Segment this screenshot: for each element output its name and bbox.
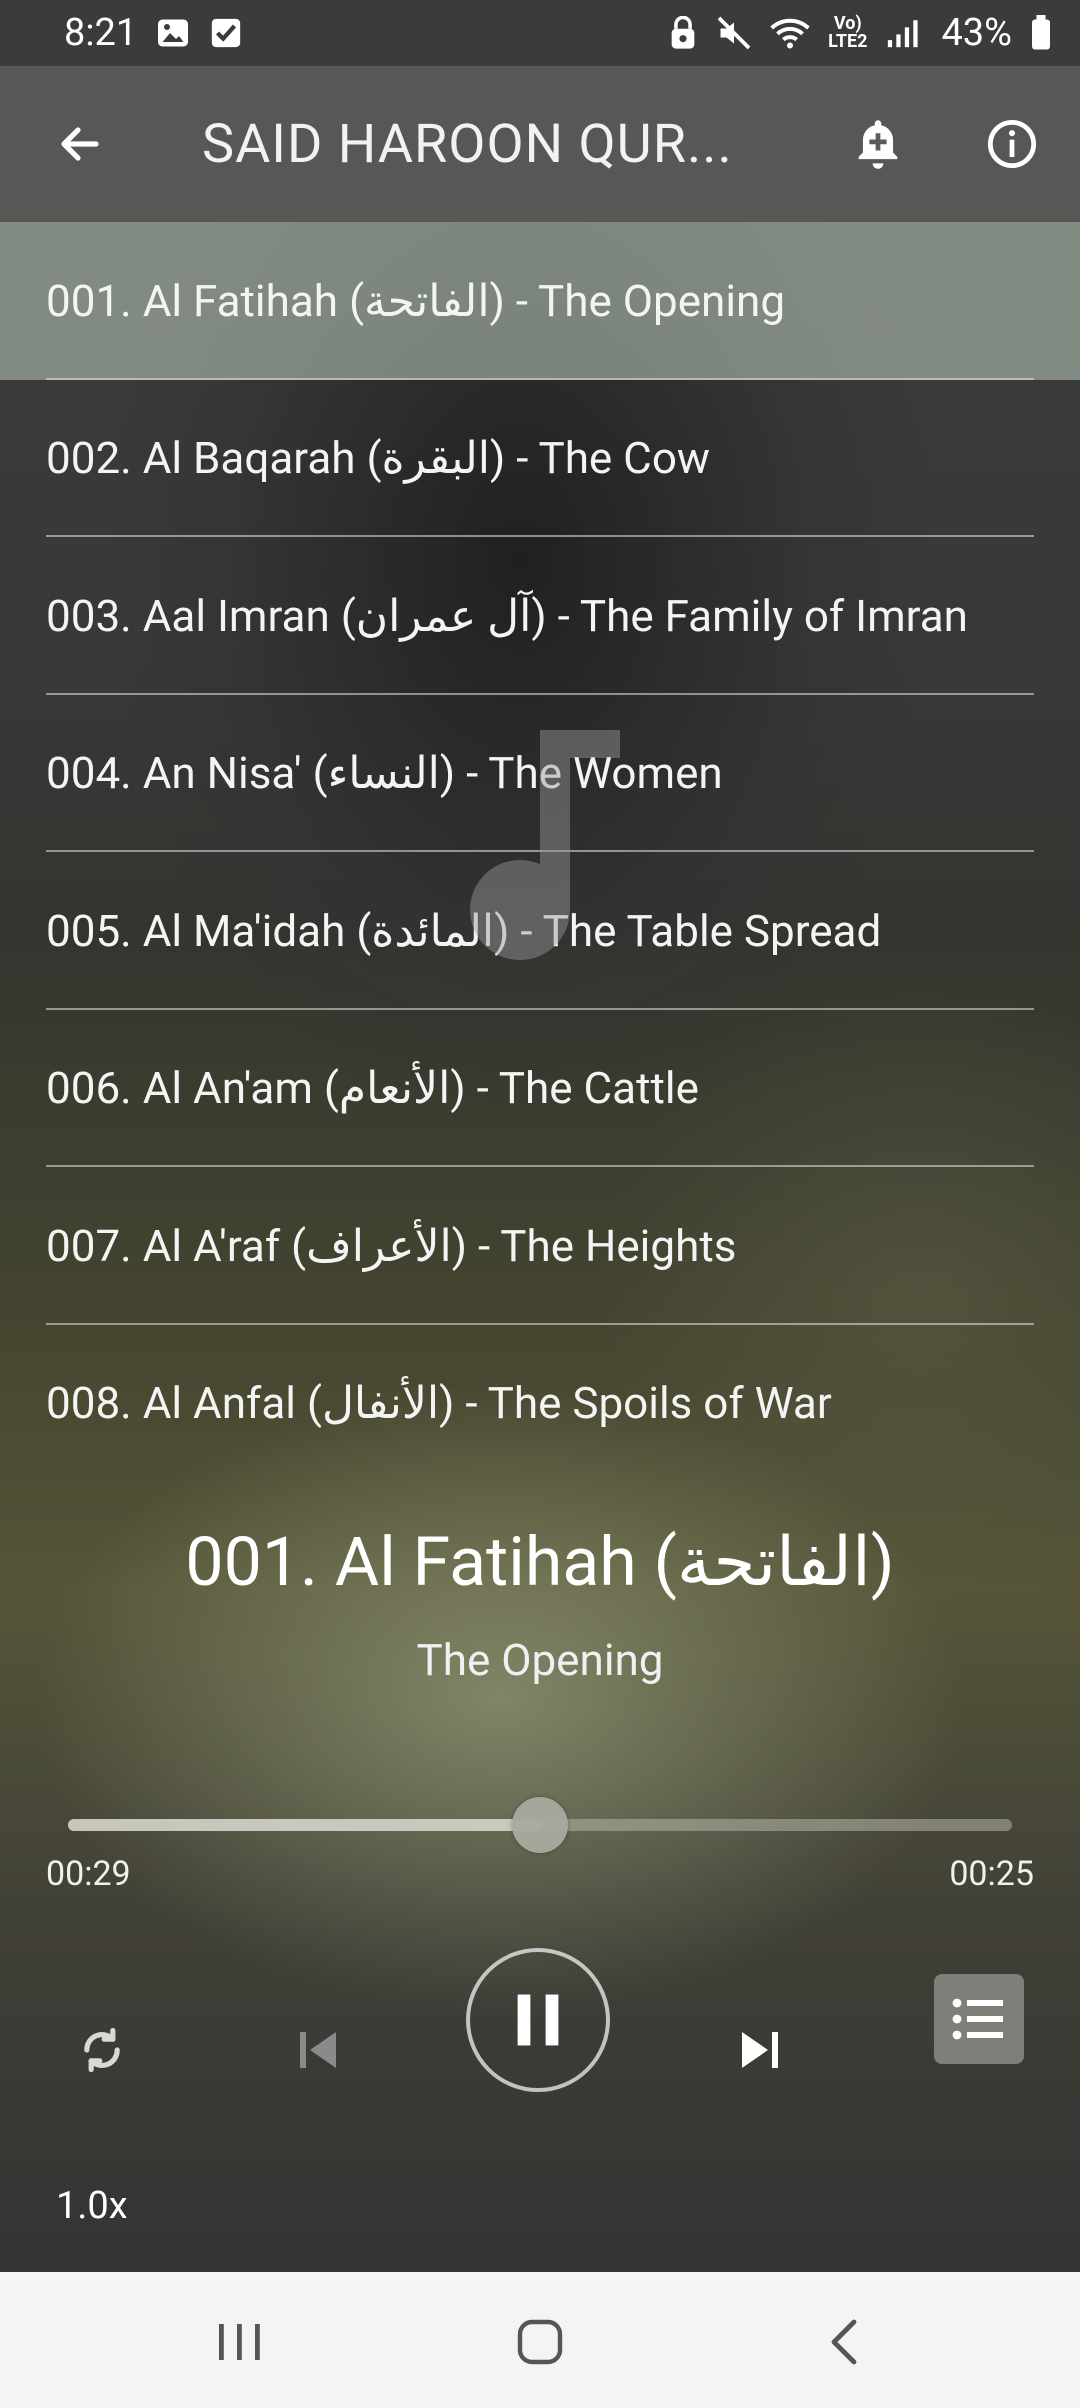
clock: 8:21 [64, 11, 138, 55]
pause-icon [517, 1994, 559, 2046]
track-label: 006. Al An'am (الأنعام) - The Cattle [46, 1062, 699, 1115]
list-item[interactable]: 008. Al Anfal (الأنفال) - The Spoils of … [0, 1325, 1080, 1483]
recents-button[interactable] [200, 2302, 280, 2382]
remaining-time: 00:25 [949, 1854, 1034, 1894]
status-bar: 8:21 Vo) LTE2 43% [0, 0, 1080, 66]
previous-button[interactable] [278, 2010, 358, 2090]
page-title: SAID HAROON QUR... [202, 112, 733, 176]
add-alarm-button[interactable] [838, 104, 918, 184]
track-label: 003. Aal Imran (آل عمران) - The Family o… [46, 589, 968, 642]
seek-bar[interactable] [68, 1797, 1012, 1853]
list-item[interactable]: 001. Al Fatihah (الفاتحة) - The Opening [0, 222, 1080, 380]
chevron-left-icon [831, 2319, 857, 2365]
list-item[interactable]: 006. Al An'am (الأنعام) - The Cattle [0, 1010, 1080, 1167]
battery-percent: 43% [941, 11, 1012, 55]
image-icon [155, 15, 191, 51]
app-bar: SAID HAROON QUR... [0, 66, 1080, 222]
back-arrow-icon [61, 127, 99, 161]
playback-speed[interactable]: 1.0x [56, 2184, 128, 2228]
music-note-icon [470, 730, 620, 960]
add-alarm-icon [858, 120, 898, 169]
track-label: 001. Al Fatihah (الفاتحة) - The Opening [46, 274, 786, 327]
battery-icon [1030, 15, 1052, 51]
mute-icon [716, 15, 752, 51]
elapsed-time: 00:29 [46, 1854, 131, 1894]
system-back-button[interactable] [804, 2302, 884, 2382]
track-label: 007. Al A'raf (الأعراف) - The Heights [46, 1219, 737, 1272]
now-playing-subtitle: The Opening [416, 1634, 664, 1686]
list-item[interactable]: 002. Al Baqarah (البقرة) - The Cow [0, 380, 1080, 537]
skip-previous-icon [300, 2032, 336, 2068]
wifi-icon [770, 16, 810, 50]
seek-thumb[interactable] [512, 1797, 568, 1853]
list-item[interactable]: 007. Al A'raf (الأعراف) - The Heights [0, 1167, 1080, 1325]
now-playing-title: 001. Al Fatihah (الفاتحة) [185, 1522, 895, 1602]
system-nav-bar [0, 2272, 1080, 2408]
back-button[interactable] [40, 104, 120, 184]
list-item[interactable]: 003. Aal Imran (آل عمران) - The Family o… [0, 537, 1080, 695]
repeat-button[interactable] [62, 2010, 142, 2090]
track-label: 002. Al Baqarah (البقرة) - The Cow [46, 432, 710, 485]
player-panel: 001. Al Fatihah (الفاتحة) The Opening 00… [0, 1462, 1080, 2272]
playlist-button[interactable] [934, 1974, 1024, 2064]
signal-icon [885, 17, 919, 49]
recents-icon [219, 2324, 260, 2360]
home-icon [517, 2319, 563, 2365]
next-button[interactable] [720, 2010, 800, 2090]
check-box-icon [209, 16, 243, 50]
lock-icon [668, 16, 698, 50]
home-button[interactable] [500, 2302, 580, 2382]
list-icon [952, 1998, 1003, 2040]
track-label: 008. Al Anfal (الأنفال) - The Spoils of … [46, 1377, 832, 1430]
info-button[interactable] [972, 104, 1052, 184]
skip-next-icon [742, 2032, 778, 2068]
info-icon [987, 119, 1037, 169]
pause-button[interactable] [466, 1948, 610, 2092]
volte-icon: Vo) LTE2 [828, 13, 868, 52]
seek-progress [68, 1819, 540, 1831]
repeat-icon [84, 2027, 120, 2073]
